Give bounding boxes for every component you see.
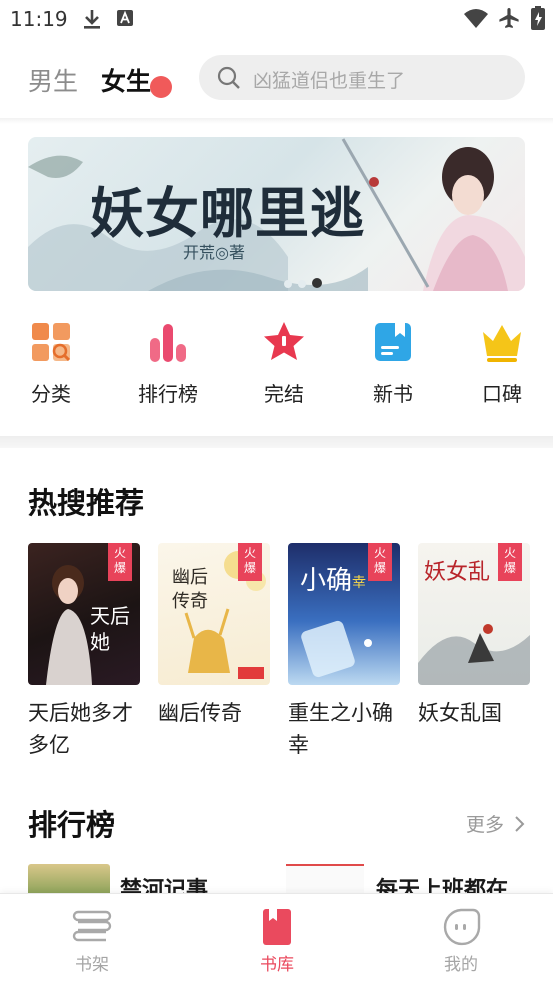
ranking-section-title: 排行榜 bbox=[28, 808, 116, 842]
banner-author: 开荒◎著 bbox=[183, 243, 245, 262]
download-icon bbox=[82, 8, 102, 34]
hot-section-title: 热搜推荐 bbox=[28, 486, 145, 520]
search-icon bbox=[217, 66, 241, 94]
promo-banner[interactable]: 妖女哪里逃 开荒◎著 bbox=[28, 137, 525, 291]
svg-text:天后: 天后 bbox=[90, 604, 130, 628]
nav-library[interactable]: 书库 bbox=[237, 908, 317, 975]
more-label: 更多 bbox=[466, 814, 505, 836]
svg-text:幸: 幸 bbox=[352, 575, 366, 591]
active-tab-indicator bbox=[150, 76, 172, 98]
status-time: 11:19 bbox=[10, 7, 68, 31]
svg-text:小确: 小确 bbox=[300, 566, 352, 596]
book-title: 幽后传奇 bbox=[158, 701, 242, 725]
quick-nav-label: 口碑 bbox=[482, 382, 522, 406]
book-card[interactable]: 天后 她 火爆 天后她多才多亿 bbox=[28, 543, 140, 761]
nav-label: 书库 bbox=[260, 955, 294, 975]
quick-nav-reputation[interactable]: 口碑 bbox=[457, 320, 547, 407]
book-cover: 天后 她 火爆 bbox=[28, 543, 140, 685]
quick-nav-ranking[interactable]: 排行榜 bbox=[123, 320, 213, 407]
status-bar: 11:19 bbox=[0, 0, 553, 38]
search-box[interactable]: 凶猛道侣也重生了 bbox=[199, 55, 525, 100]
pagination-dot-active bbox=[312, 278, 322, 288]
book-card[interactable]: 幽后 传奇 火爆 幽后传奇 bbox=[158, 543, 270, 729]
book-card[interactable]: 小确 幸 火爆 重生之小确幸 bbox=[288, 543, 400, 761]
quick-nav-new-books[interactable]: 新书 bbox=[348, 320, 438, 407]
more-link[interactable]: 更多 bbox=[466, 810, 526, 837]
rank-cover[interactable] bbox=[286, 864, 364, 894]
quick-nav-label: 完结 bbox=[264, 382, 304, 406]
quick-nav-label: 分类 bbox=[31, 382, 71, 406]
svg-text:妖女乱: 妖女乱 bbox=[424, 560, 490, 585]
svg-text:她: 她 bbox=[90, 630, 110, 654]
wifi-icon bbox=[463, 7, 489, 33]
airplane-icon bbox=[497, 6, 521, 34]
section-divider bbox=[0, 436, 553, 448]
nav-label: 我的 bbox=[444, 955, 478, 975]
tab-female[interactable]: 女生 bbox=[101, 62, 151, 98]
chevron-right-icon bbox=[515, 816, 525, 832]
banner-title: 妖女哪里逃 bbox=[90, 181, 365, 245]
quick-nav-label: 新书 bbox=[373, 382, 413, 406]
quick-nav-label: 排行榜 bbox=[138, 382, 198, 406]
book-cover: 妖女乱 火爆 bbox=[418, 543, 530, 685]
hot-badge: 火爆 bbox=[238, 543, 262, 581]
quick-nav-category[interactable]: 分类 bbox=[6, 320, 96, 407]
font-a-icon bbox=[116, 8, 134, 32]
new-book-icon bbox=[375, 323, 411, 361]
book-title: 天后她多才多亿 bbox=[28, 701, 133, 757]
tab-male[interactable]: 男生 bbox=[28, 62, 78, 98]
pagination-dot bbox=[298, 280, 306, 288]
pagination-dot bbox=[284, 280, 292, 288]
crown-icon bbox=[483, 325, 521, 362]
svg-text:幽后: 幽后 bbox=[172, 567, 208, 588]
battery-charging-icon bbox=[531, 6, 545, 34]
bottom-nav: 书架 书库 我的 bbox=[0, 893, 553, 983]
book-title: 妖女乱国 bbox=[418, 701, 502, 725]
library-bookmark-icon bbox=[263, 909, 291, 945]
hot-badge: 火爆 bbox=[498, 543, 522, 581]
book-cover: 幽后 传奇 火爆 bbox=[158, 543, 270, 685]
header-divider bbox=[0, 118, 553, 124]
profile-face-icon bbox=[443, 908, 481, 946]
nav-profile[interactable]: 我的 bbox=[421, 908, 501, 975]
book-card[interactable]: 妖女乱 火爆 妖女乱国 bbox=[418, 543, 530, 729]
banner-pagination bbox=[284, 273, 328, 291]
search-placeholder: 凶猛道侣也重生了 bbox=[253, 70, 406, 92]
quick-nav-completed[interactable]: 完结 bbox=[239, 320, 329, 407]
svg-text:传奇: 传奇 bbox=[172, 591, 208, 612]
bookshelf-icon bbox=[72, 910, 112, 942]
star-icon bbox=[264, 322, 304, 360]
rank-cover[interactable] bbox=[28, 864, 110, 894]
top-header: 男生 女生 凶猛道侣也重生了 bbox=[0, 40, 553, 118]
ranking-bars-icon bbox=[150, 324, 186, 362]
hot-badge: 火爆 bbox=[108, 543, 132, 581]
book-title: 重生之小确幸 bbox=[288, 701, 393, 757]
nav-bookshelf[interactable]: 书架 bbox=[52, 908, 132, 975]
quick-nav: 分类 排行榜 完结 新书 口碑 bbox=[0, 320, 553, 420]
nav-label: 书架 bbox=[75, 955, 109, 975]
category-grid-icon bbox=[32, 323, 71, 362]
hot-badge: 火爆 bbox=[368, 543, 392, 581]
book-cover: 小确 幸 火爆 bbox=[288, 543, 400, 685]
